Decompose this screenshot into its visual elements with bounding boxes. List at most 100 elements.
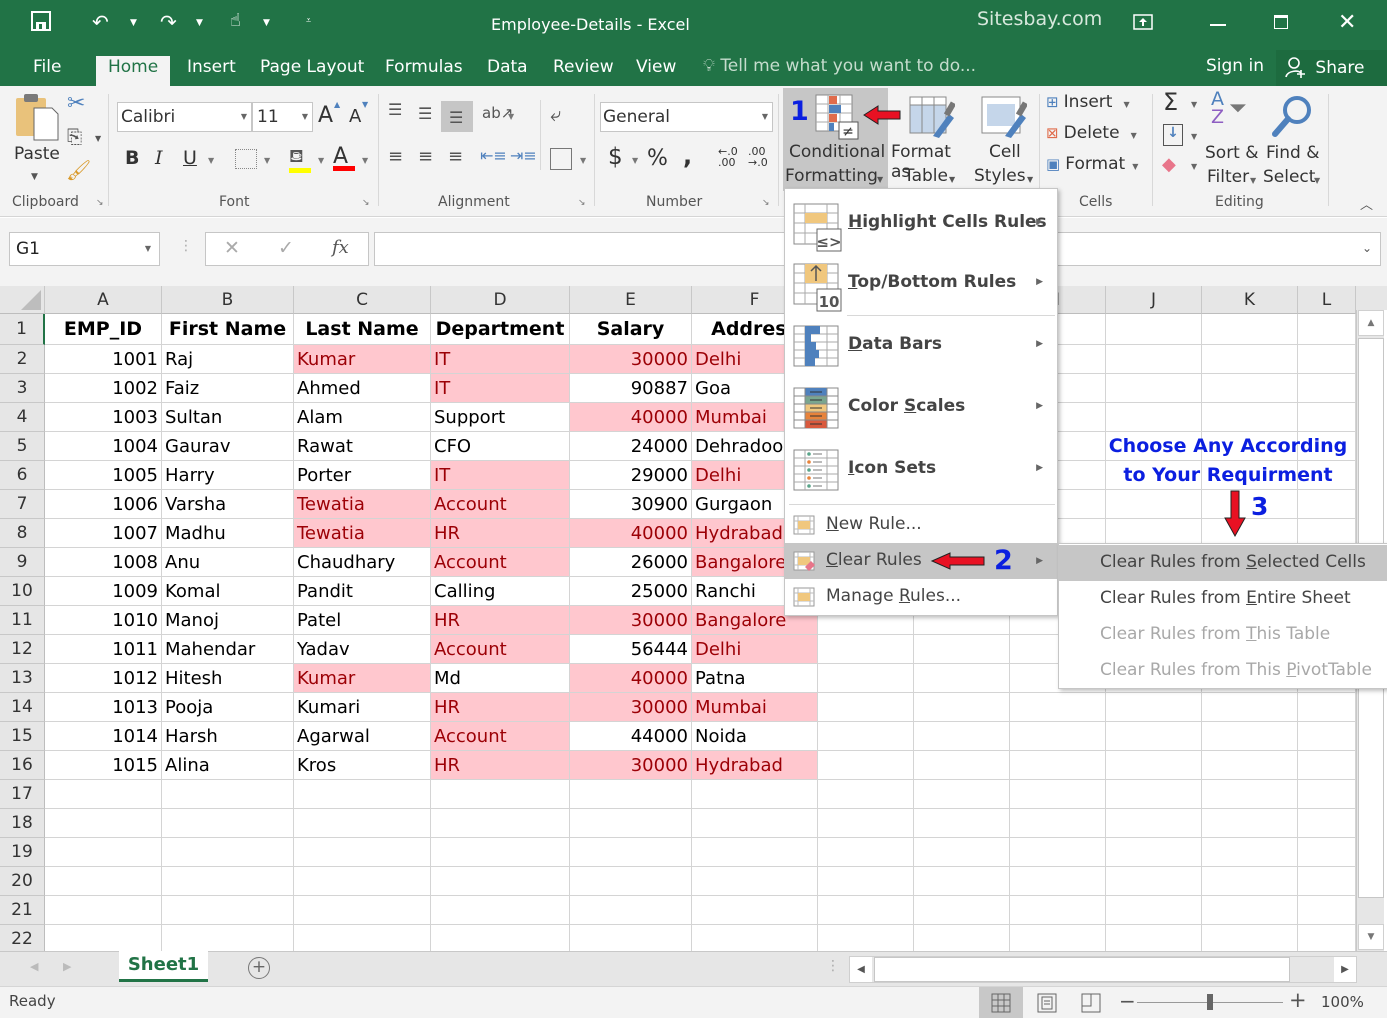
cell-b13[interactable]: Hitesh (162, 664, 294, 693)
cell-h20[interactable] (914, 867, 1010, 896)
normal-view-button[interactable] (979, 987, 1023, 1018)
column-header-l[interactable]: L (1298, 286, 1356, 314)
column-header-k[interactable]: K (1202, 286, 1298, 314)
row-header-15[interactable]: 15 (0, 722, 45, 751)
cell-e19[interactable] (570, 838, 692, 867)
cell-f19[interactable] (692, 838, 818, 867)
borders-icon[interactable] (235, 149, 257, 169)
cell-f13[interactable]: Patna (692, 664, 818, 693)
cell-a22[interactable] (45, 925, 162, 951)
cell-a7[interactable]: 1006 (45, 490, 162, 519)
middle-align-icon[interactable]: ☰ (418, 104, 432, 123)
cell-b4[interactable]: Sultan (162, 403, 294, 432)
row-header-22[interactable]: 22 (0, 925, 45, 951)
cell-j20[interactable] (1106, 867, 1202, 896)
delete-cells-button[interactable]: ⊠ Delete ▼ (1046, 123, 1137, 143)
cancel-icon[interactable]: ✕ (224, 237, 240, 259)
cell-j21[interactable] (1106, 896, 1202, 925)
cell-e22[interactable] (570, 925, 692, 951)
cell-l4[interactable] (1298, 403, 1356, 432)
zoom-level[interactable]: 100% (1321, 993, 1364, 1011)
cell-h16[interactable] (914, 751, 1010, 780)
cell-l18[interactable] (1298, 809, 1356, 838)
cell-b16[interactable]: Alina (162, 751, 294, 780)
cell-d22[interactable] (431, 925, 570, 951)
undo-dropdown-icon[interactable]: ▼ (130, 18, 137, 28)
save-icon[interactable] (30, 10, 52, 37)
cell-c12[interactable]: Yadav (294, 635, 431, 664)
clear-rules-option-2[interactable]: Clear Rules from Entire Sheet (1059, 581, 1387, 617)
cell-f15[interactable]: Noida (692, 722, 818, 751)
sort-filter-label-2[interactable]: Filter (1207, 167, 1249, 187)
cell-d12[interactable]: Account (431, 635, 570, 664)
cell-l17[interactable] (1298, 780, 1356, 809)
cell-d16[interactable]: HR (431, 751, 570, 780)
touch-dropdown-icon[interactable]: ▼ (263, 18, 270, 28)
cell-d14[interactable]: HR (431, 693, 570, 722)
cell-k18[interactable] (1202, 809, 1298, 838)
cell-e3[interactable]: 90887 (570, 374, 692, 403)
cell-a10[interactable]: 1009 (45, 577, 162, 606)
cell-d1[interactable]: Department (431, 314, 570, 345)
cell-e9[interactable]: 26000 (570, 548, 692, 577)
cell-c2[interactable]: Kumar (294, 345, 431, 374)
row-header-9[interactable]: 9 (0, 548, 45, 577)
cell-c21[interactable] (294, 896, 431, 925)
cell-b20[interactable] (162, 867, 294, 896)
shrink-font-icon[interactable]: A (349, 106, 361, 127)
cell-h12[interactable] (914, 635, 1010, 664)
cell-e1[interactable]: Salary (570, 314, 692, 345)
cell-a6[interactable]: 1005 (45, 461, 162, 490)
cell-a4[interactable]: 1003 (45, 403, 162, 432)
row-header-11[interactable]: 11 (0, 606, 45, 635)
cell-j17[interactable] (1106, 780, 1202, 809)
cell-c6[interactable]: Porter (294, 461, 431, 490)
cell-g16[interactable] (818, 751, 914, 780)
cell-d18[interactable] (431, 809, 570, 838)
cell-l19[interactable] (1298, 838, 1356, 867)
fill-icon[interactable]: ↓ (1163, 124, 1183, 146)
increase-decimal-button[interactable]: ←.0.00 (718, 146, 744, 168)
cell-a5[interactable]: 1004 (45, 432, 162, 461)
cell-f16[interactable]: Hydrabad (692, 751, 818, 780)
cell-j18[interactable] (1106, 809, 1202, 838)
cell-d19[interactable] (431, 838, 570, 867)
cf-menu-item-manage-rules[interactable]: Manage Rules... (785, 579, 1057, 615)
cell-l2[interactable] (1298, 345, 1356, 374)
number-launcher-icon[interactable]: ↘ (762, 198, 770, 208)
cell-j7[interactable] (1106, 490, 1202, 519)
cell-j22[interactable] (1106, 925, 1202, 951)
cell-l3[interactable] (1298, 374, 1356, 403)
cell-b2[interactable]: Raj (162, 345, 294, 374)
cell-b9[interactable]: Anu (162, 548, 294, 577)
cell-d9[interactable]: Account (431, 548, 570, 577)
scroll-sheets-right-icon[interactable]: ▶ (63, 960, 71, 973)
decrease-decimal-button[interactable]: .00 →.0 (748, 146, 774, 168)
cell-g22[interactable] (818, 925, 914, 951)
cut-icon[interactable]: ✂ (67, 91, 85, 116)
cell-c3[interactable]: Ahmed (294, 374, 431, 403)
clear-eraser-icon[interactable]: ◆ (1162, 154, 1176, 175)
cell-c19[interactable] (294, 838, 431, 867)
cell-b17[interactable] (162, 780, 294, 809)
cell-c16[interactable]: Kros (294, 751, 431, 780)
row-header-18[interactable]: 18 (0, 809, 45, 838)
tab-view[interactable]: View (626, 56, 686, 86)
ribbon-display-options-icon[interactable] (1133, 14, 1153, 34)
cell-h15[interactable] (914, 722, 1010, 751)
row-header-20[interactable]: 20 (0, 867, 45, 896)
expand-formula-bar-icon[interactable]: ⌄ (1362, 241, 1372, 255)
cell-e11[interactable]: 30000 (570, 606, 692, 635)
paste-dropdown-icon[interactable]: ▼ (31, 172, 38, 182)
cell-k16[interactable] (1202, 751, 1298, 780)
tab-data[interactable]: Data (477, 56, 538, 86)
cell-b10[interactable]: Komal (162, 577, 294, 606)
font-color-button[interactable]: A (333, 144, 355, 171)
row-header-19[interactable]: 19 (0, 838, 45, 867)
row-header-6[interactable]: 6 (0, 461, 45, 490)
cell-b21[interactable] (162, 896, 294, 925)
cell-e6[interactable]: 29000 (570, 461, 692, 490)
font-size-select[interactable]: 11 ▼ (252, 102, 313, 132)
tab-split-handle-icon[interactable]: ⋮ (826, 958, 840, 974)
fill-color-dropdown-icon[interactable]: ▼ (318, 156, 324, 165)
